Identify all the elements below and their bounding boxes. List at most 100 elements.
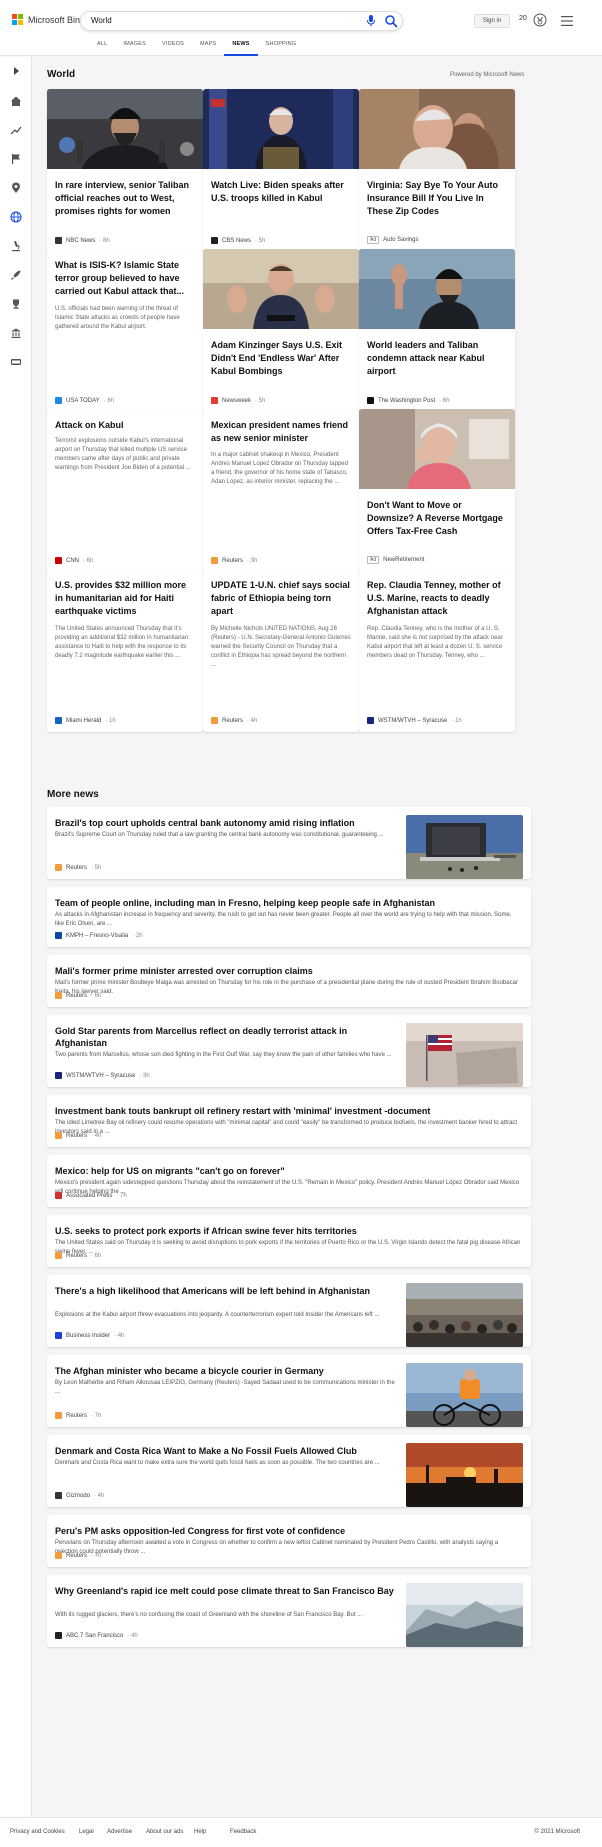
item-headline[interactable]: Team of people online, including man in … xyxy=(55,897,521,909)
flag-icon[interactable] xyxy=(10,153,22,165)
tab-shopping[interactable]: SHOPPING xyxy=(258,40,305,56)
item-thumbnail[interactable] xyxy=(406,1443,523,1507)
location-pin-icon[interactable] xyxy=(10,182,22,194)
film-icon[interactable] xyxy=(10,356,22,368)
item-source[interactable]: Reuters · 6h xyxy=(55,1252,101,1259)
news-list-item[interactable]: Gold Star parents from Marcellus reflect… xyxy=(47,1015,531,1087)
item-headline[interactable]: There's a high likelihood that Americans… xyxy=(55,1285,395,1297)
tab-images[interactable]: IMAGES xyxy=(115,40,154,56)
bing-logo[interactable]: Microsoft Bing xyxy=(12,14,85,25)
globe-icon[interactable] xyxy=(10,211,22,223)
hamburger-menu-icon[interactable] xyxy=(561,16,573,26)
news-list-item[interactable]: Why Greenland's rapid ice melt could pos… xyxy=(47,1575,531,1647)
news-list-item[interactable]: Peru's PM asks opposition-led Congress f… xyxy=(47,1515,531,1567)
card-source[interactable]: CNN · 6h xyxy=(55,557,93,564)
tab-videos[interactable]: VIDEOS xyxy=(154,40,192,56)
expand-rail-icon[interactable] xyxy=(10,65,22,77)
news-card[interactable]: World leaders and Taliban condemn attack… xyxy=(359,249,515,412)
news-card[interactable]: Attack on Kabul Terrorist explosions outs… xyxy=(47,409,203,572)
item-source[interactable]: Reuters · 4h xyxy=(55,1132,101,1139)
item-thumbnail[interactable] xyxy=(406,1023,523,1087)
card-source[interactable]: Miami Herald · 1h xyxy=(55,717,116,724)
news-card[interactable]: What is ISIS-K? Islamic State terror gro… xyxy=(47,249,203,412)
news-card[interactable]: Don't Want to Move or Downsize? A Revers… xyxy=(359,409,515,572)
card-headline[interactable]: World leaders and Taliban condemn attack… xyxy=(367,339,507,378)
card-headline[interactable]: Mexican president names friend as new se… xyxy=(211,419,351,445)
card-source[interactable]: Ad NewRetirement xyxy=(367,556,424,564)
item-source[interactable]: Reuters · 5h xyxy=(55,864,101,871)
item-headline[interactable]: Gold Star parents from Marcellus reflect… xyxy=(55,1025,395,1049)
item-headline[interactable]: Denmark and Costa Rica Want to Make a No… xyxy=(55,1445,395,1457)
news-card[interactable]: Virginia: Say Bye To Your Auto Insurance… xyxy=(359,89,515,252)
item-source[interactable]: Reuters · 7h xyxy=(55,1552,101,1559)
card-headline[interactable]: Don't Want to Move or Downsize? A Revers… xyxy=(367,499,507,538)
item-thumbnail[interactable] xyxy=(406,1583,523,1647)
item-headline[interactable]: Why Greenland's rapid ice melt could pos… xyxy=(55,1585,395,1597)
search-box[interactable]: World xyxy=(80,11,403,31)
item-thumbnail[interactable] xyxy=(406,1363,523,1427)
microphone-icon[interactable] xyxy=(366,15,376,27)
card-headline[interactable]: What is ISIS-K? Islamic State terror gro… xyxy=(55,259,195,298)
news-list-item[interactable]: Mexico: help for US on migrants "can't g… xyxy=(47,1155,531,1207)
rocket-icon[interactable] xyxy=(10,269,22,281)
news-list-item[interactable]: Team of people online, including man in … xyxy=(47,887,531,947)
item-source[interactable]: Gizmodo · 4h xyxy=(55,1492,104,1499)
card-source[interactable]: CBS News · 5h xyxy=(211,237,265,244)
tab-all[interactable]: ALL xyxy=(89,40,115,56)
item-headline[interactable]: Mexico: help for US on migrants "can't g… xyxy=(55,1165,521,1177)
card-headline[interactable]: Rep. Claudia Tenney, mother of U.S. Mari… xyxy=(367,579,507,618)
card-headline[interactable]: Watch Live: Biden speaks after U.S. troo… xyxy=(211,179,351,205)
item-headline[interactable]: Peru's PM asks opposition-led Congress f… xyxy=(55,1525,521,1537)
news-card[interactable]: UPDATE 1-U.N. chief says social fabric o… xyxy=(203,569,359,732)
bank-icon[interactable] xyxy=(10,327,22,339)
card-source[interactable]: Reuters · 4h xyxy=(211,717,257,724)
footer-link-privacy-and-cookies[interactable]: Privacy and Cookies xyxy=(10,1829,65,1835)
rewards-medal-icon[interactable] xyxy=(533,13,547,27)
card-headline[interactable]: U.S. provides $32 million more in humani… xyxy=(55,579,195,618)
item-headline[interactable]: Brazil's top court upholds central bank … xyxy=(55,817,395,829)
card-source[interactable]: NBC News · 8h xyxy=(55,237,110,244)
item-thumbnail[interactable] xyxy=(406,815,523,879)
item-headline[interactable]: The Afghan minister who became a bicycle… xyxy=(55,1365,395,1377)
item-source[interactable]: ABC 7 San Francisco · 4h xyxy=(55,1632,138,1639)
news-list-item[interactable]: The Afghan minister who became a bicycle… xyxy=(47,1355,531,1427)
footer-link-feedback[interactable]: Feedback xyxy=(230,1829,256,1835)
card-headline[interactable]: Adam Kinzinger Says U.S. Exit Didn't End… xyxy=(211,339,351,378)
news-card[interactable]: U.S. provides $32 million more in humani… xyxy=(47,569,203,732)
card-source[interactable]: Reuters · 3h xyxy=(211,557,257,564)
card-source[interactable]: USA TODAY · 6h xyxy=(55,397,114,404)
card-image[interactable] xyxy=(359,89,515,169)
card-image[interactable] xyxy=(203,89,359,169)
news-card[interactable]: Rep. Claudia Tenney, mother of U.S. Mari… xyxy=(359,569,515,732)
item-headline[interactable]: U.S. seeks to protect pork exports if Af… xyxy=(55,1225,521,1237)
news-list-item[interactable]: U.S. seeks to protect pork exports if Af… xyxy=(47,1215,531,1267)
news-card[interactable]: Adam Kinzinger Says U.S. Exit Didn't End… xyxy=(203,249,359,412)
card-headline[interactable]: Attack on Kabul xyxy=(55,419,195,432)
tab-news[interactable]: NEWS xyxy=(224,40,258,56)
search-icon[interactable] xyxy=(384,14,398,28)
footer-link-advertise[interactable]: Advertise xyxy=(107,1829,132,1835)
home-icon[interactable] xyxy=(10,95,22,107)
trending-icon[interactable] xyxy=(10,124,22,136)
item-source[interactable]: Business Insider · 4h xyxy=(55,1332,124,1339)
news-card[interactable]: In rare interview, senior Taliban offici… xyxy=(47,89,203,252)
tab-maps[interactable]: MAPS xyxy=(192,40,224,56)
news-list-item[interactable]: There's a high likelihood that Americans… xyxy=(47,1275,531,1347)
footer-link-help[interactable]: Help xyxy=(194,1829,206,1835)
item-source[interactable]: Associated Press · 7h xyxy=(55,1192,127,1199)
news-list-item[interactable]: Investment bank touts bankrupt oil refin… xyxy=(47,1095,531,1147)
trophy-icon[interactable] xyxy=(10,298,22,310)
card-headline[interactable]: In rare interview, senior Taliban offici… xyxy=(55,179,195,218)
card-image[interactable] xyxy=(359,409,515,489)
rewards-points[interactable]: 20 xyxy=(519,15,527,22)
item-headline[interactable]: Mali's former prime minister arrested ov… xyxy=(55,965,521,977)
news-list-item[interactable]: Brazil's top court upholds central bank … xyxy=(47,807,531,879)
item-source[interactable]: KMPH – Fresno-Visalia · 2h xyxy=(55,932,143,939)
card-source[interactable]: Newsweek · 5h xyxy=(211,397,265,404)
news-list-item[interactable]: Denmark and Costa Rica Want to Make a No… xyxy=(47,1435,531,1507)
item-source[interactable]: Reuters · 6h xyxy=(55,992,101,999)
sign-in-button[interactable]: Sign in xyxy=(474,14,510,28)
microscope-icon[interactable] xyxy=(10,240,22,252)
news-card[interactable]: Mexican president names friend as new se… xyxy=(203,409,359,572)
footer-link-legal[interactable]: Legal xyxy=(79,1829,94,1835)
